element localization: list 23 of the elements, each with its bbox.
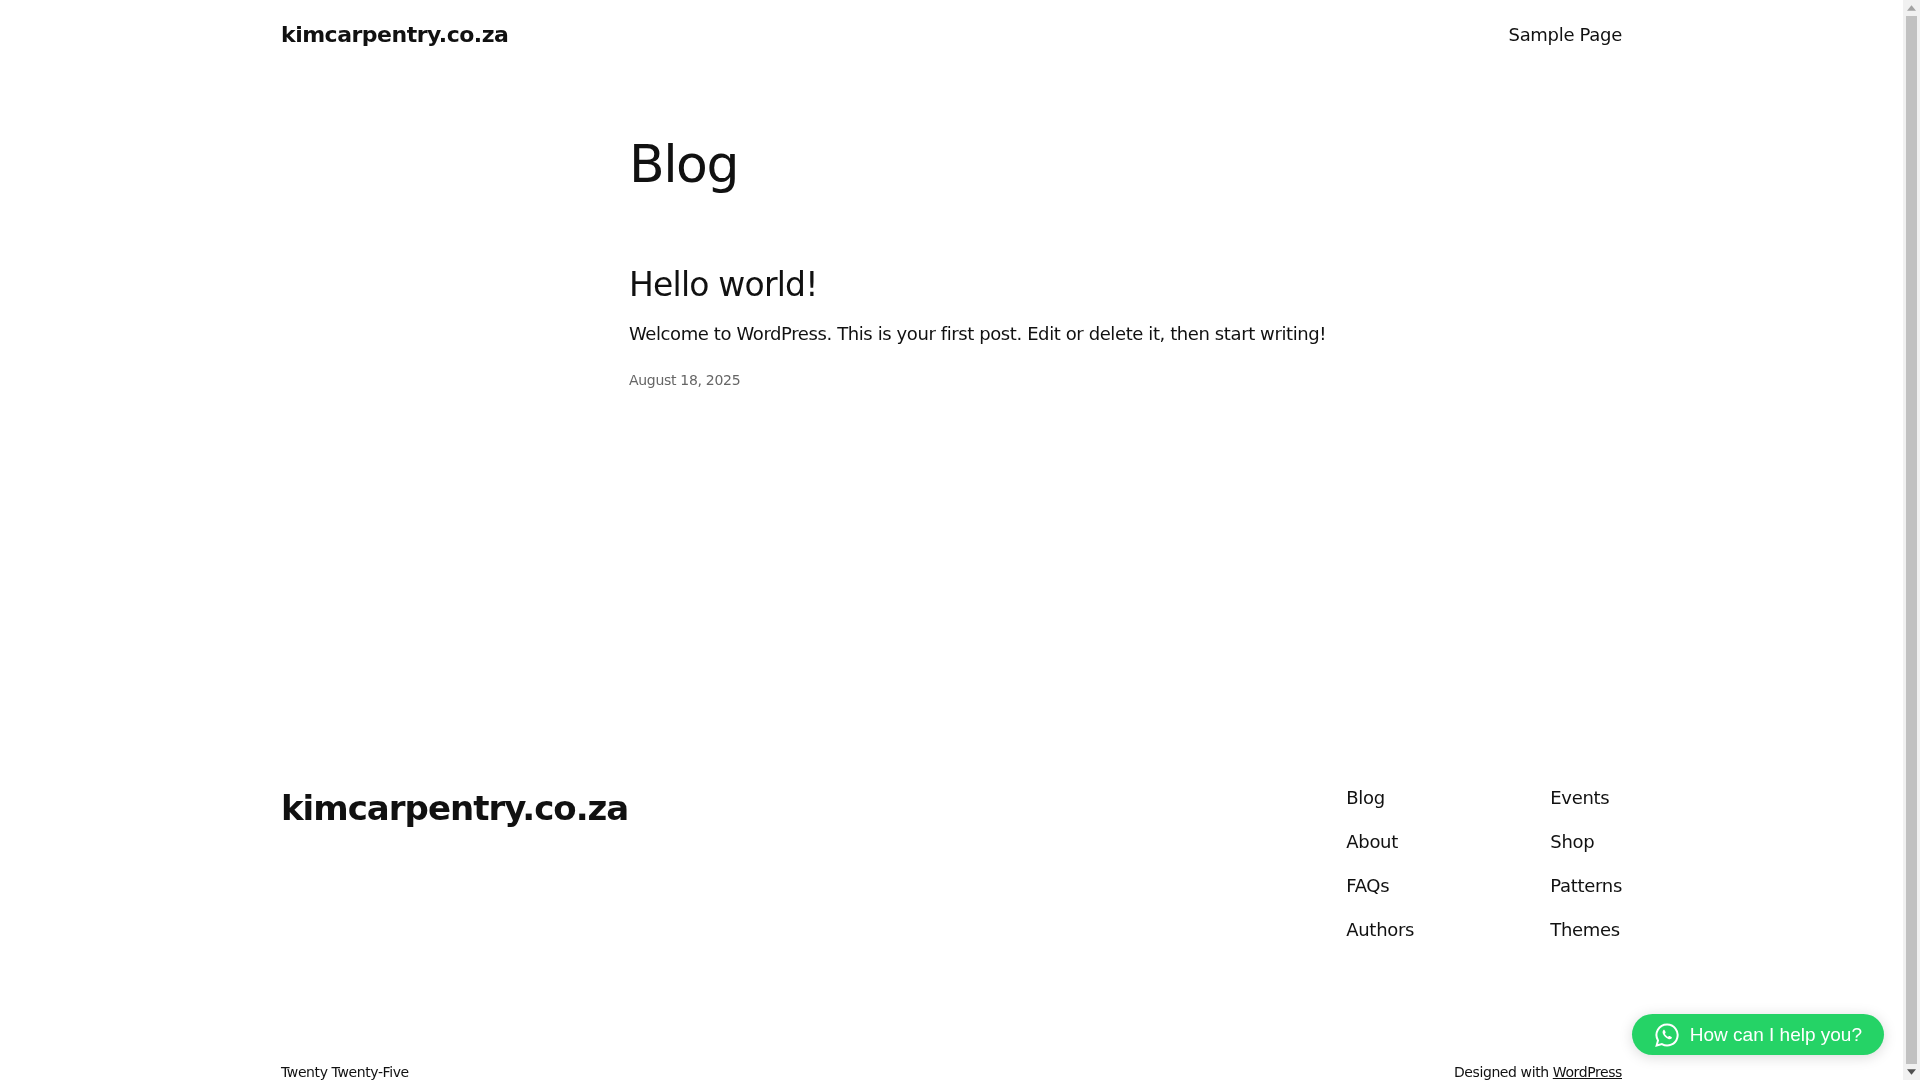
page-title: Blog [629,133,739,196]
nav-link[interactable]: Sample Page [1508,24,1622,45]
whatsapp-icon [1653,1021,1680,1048]
footer-nav-link[interactable]: Authors [1346,918,1551,942]
scrollbar-thumb[interactable] [1906,16,1917,1064]
theme-credit: Twenty Twenty-Five [281,1064,409,1080]
designed-with-credit: Designed with WordPress [1453,1064,1622,1080]
post-excerpt: Welcome to WordPress. This is your first post. Edit or delete it, then start writing! [629,322,1328,344]
footer-nav-link[interactable]: Shop [1550,830,1622,854]
scrollbar[interactable] [1903,0,1920,1080]
footer-site-title-link[interactable]: kimcarpentry.co.za [281,788,629,942]
footer-nav-link[interactable]: FAQs [1346,874,1551,898]
footer-nav-link[interactable]: Blog [1346,786,1551,810]
footer-nav-link[interactable]: Patterns [1550,874,1622,898]
footer-nav-link[interactable]: Events [1550,786,1622,810]
post-title-link[interactable]: Hello world! [629,265,1622,305]
scroll-up-arrow-icon [1907,5,1916,11]
site-title-link[interactable]: kimcarpentry.co.za [281,22,509,47]
footer-nav-link[interactable]: Themes [1550,918,1622,942]
footer-nav-link[interactable]: About [1346,830,1551,854]
scroll-down-arrow-icon [1907,1069,1916,1075]
wordpress-link[interactable]: WordPress [1552,1064,1622,1080]
post-date: August 18, 2025 [629,371,742,388]
